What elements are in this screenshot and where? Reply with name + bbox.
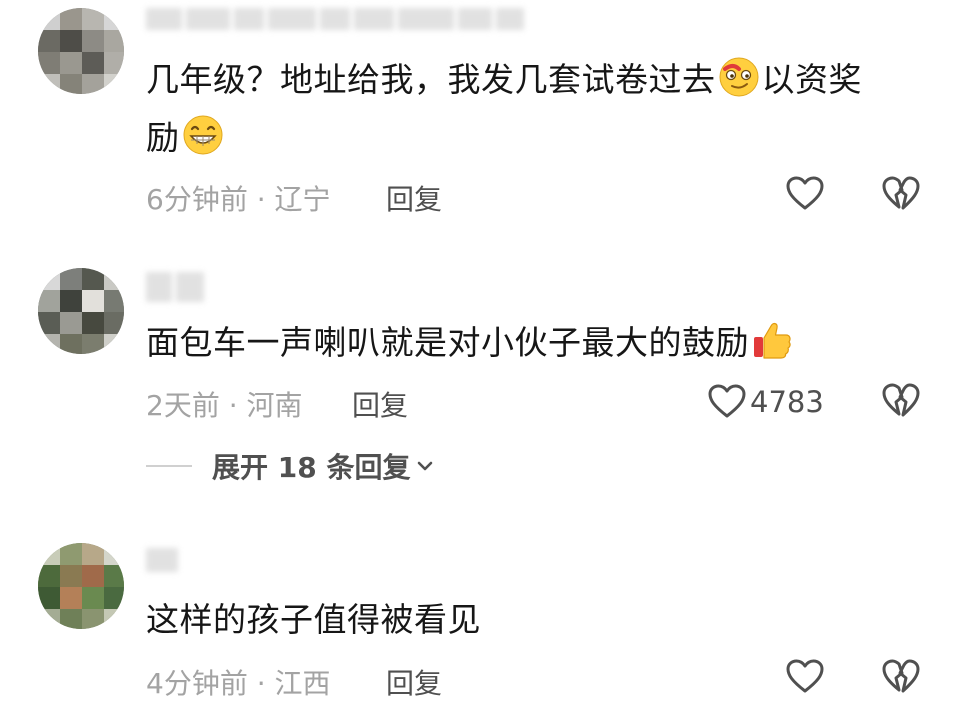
reply-button[interactable]: 回复: [386, 178, 442, 218]
comment-text-part: 励: [146, 118, 180, 157]
avatar[interactable]: [38, 543, 124, 629]
comment-text-part: 以资奖: [761, 60, 862, 99]
expand-replies-button[interactable]: 展开 18 条回复: [146, 446, 434, 486]
reply-button[interactable]: 回复: [386, 662, 442, 702]
like-button[interactable]: [784, 173, 828, 217]
heart-outline-icon: [786, 176, 824, 210]
chevron-down-icon: [418, 461, 433, 471]
comment-text: 几年级？地址给我，我发几套试卷过去 以资奖: [146, 52, 862, 108]
avatar[interactable]: [38, 268, 124, 354]
grinning-face-emoji: [183, 115, 222, 155]
comment-time-location: 6分钟前 · 辽宁: [146, 183, 331, 216]
thumbs-up-emoji: [754, 322, 791, 359]
comment-time-location: 4分钟前 · 江西: [146, 667, 331, 700]
heart-outline-icon: [786, 659, 824, 693]
comment-text-part: 这样的孩子值得被看见: [146, 600, 481, 639]
broken-heart-outline-icon: [882, 176, 920, 210]
dislike-button[interactable]: [880, 656, 924, 700]
divider: [146, 465, 192, 467]
like-count: 4783: [750, 385, 824, 419]
comment-text: 面包车一声喇叭就是对小伙子最大的鼓励: [146, 315, 795, 371]
like-button[interactable]: 4783: [706, 380, 824, 424]
reply-button[interactable]: 回复: [352, 384, 408, 424]
smirk-face-emoji: [719, 57, 758, 97]
comment-text-part: 几年级？地址给我，我发几套试卷过去: [146, 60, 716, 99]
heart-outline-icon: [708, 384, 746, 418]
avatar[interactable]: [38, 8, 124, 94]
comment-text: 这样的孩子值得被看见: [146, 592, 481, 648]
dislike-button[interactable]: [880, 173, 924, 217]
dislike-button[interactable]: [880, 380, 924, 424]
comment-text-part: 面包车一声喇叭就是对小伙子最大的鼓励: [146, 323, 749, 362]
like-button[interactable]: [784, 656, 828, 700]
username[interactable]: [146, 546, 182, 572]
comment-text-line2: 励: [146, 110, 226, 166]
username[interactable]: [146, 270, 208, 302]
broken-heart-outline-icon: [882, 659, 920, 693]
comment-time-location: 2天前 · 河南: [146, 389, 303, 422]
expand-replies-label: 展开 18 条回复: [212, 451, 411, 484]
username[interactable]: [146, 6, 528, 32]
broken-heart-outline-icon: [882, 383, 920, 417]
